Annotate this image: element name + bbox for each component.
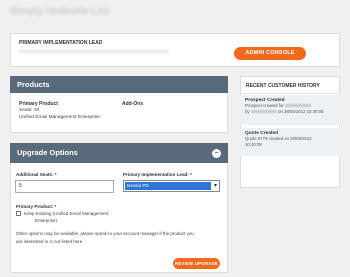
seats-text: Seats: 30 xyxy=(19,108,40,113)
keep-existing-label-cont: Enterprise) xyxy=(35,218,58,223)
other-options-text: Other options may be available, please s… xyxy=(16,231,194,236)
history-item: Quote Created Quote 8776 created on 28/0… xyxy=(240,128,340,156)
admin-console-button[interactable]: ADMIN CONSOLE xyxy=(234,47,306,60)
implementation-lead-select-label: Primary Implementation Lead: * xyxy=(123,172,192,177)
history-item-text: by on 28/09/2012 10:40:08 xyxy=(245,109,324,114)
primary-product-label: Primary Product xyxy=(19,101,58,107)
upgrade-options-heading: Upgrade Options xyxy=(10,143,228,163)
additional-seats-label: Additional Seats: * xyxy=(16,172,57,177)
redacted-text xyxy=(250,110,277,114)
other-options-text-cont: are interested in is not listed here xyxy=(16,239,83,244)
products-heading: Products xyxy=(10,76,228,93)
implementation-lead-value-redacted xyxy=(19,50,169,53)
redacted-text xyxy=(284,104,311,108)
implementation-lead-select[interactable]: Nexsia PD ▾ xyxy=(123,180,220,192)
page-title: Simply Umbrella List xyxy=(10,6,109,17)
keep-existing-checkbox[interactable] xyxy=(16,211,21,216)
chevron-down-icon: ▾ xyxy=(213,183,217,189)
history-item: Prospect Created Prospect created for by… xyxy=(240,95,340,125)
customer-history-heading: RECENT CUSTOMER HISTORY xyxy=(240,76,340,94)
review-upgrade-button[interactable]: REVIEW UPGRADE xyxy=(173,258,220,269)
history-item-text: 10:40:08 xyxy=(245,142,262,147)
collapse-icon[interactable]: − xyxy=(212,149,221,158)
implementation-lead-label: PRIMARY IMPLEMENTATION LEAD xyxy=(19,40,103,46)
implementation-lead-selected-value: Nexsia PD xyxy=(125,182,211,190)
addons-label: Add-Ons xyxy=(122,101,144,107)
primary-product-name: Unified Email Management Enterprise xyxy=(19,115,100,120)
keep-existing-label: Keep Existing (Unified Email Management xyxy=(24,211,109,216)
additional-seats-input[interactable]: 5 xyxy=(15,180,114,193)
upgrade-primary-product-label: Primary Product: * xyxy=(16,204,57,209)
